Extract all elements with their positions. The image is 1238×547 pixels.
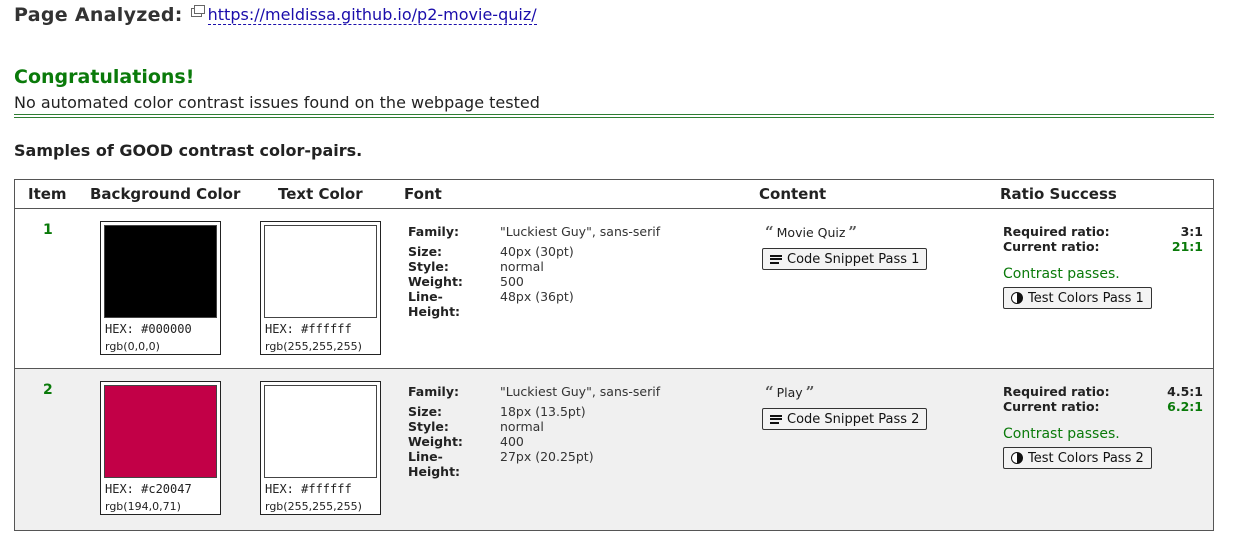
font-size-label: Size:	[408, 404, 443, 419]
content-sample: “ Play ”	[762, 383, 927, 401]
samples-heading: Samples of GOOD contrast color-pairs.	[14, 141, 363, 160]
font-family-label: Family:	[408, 384, 459, 399]
current-ratio-value: 6.2:1	[1167, 399, 1203, 414]
font-family-value: "Luckiest Guy", sans-serif	[500, 224, 661, 239]
line-height-label: Line-Height:	[408, 449, 461, 479]
header-item: Item	[28, 185, 67, 203]
text-swatch	[264, 385, 377, 478]
header-font: Font	[404, 185, 442, 203]
contrast-icon	[1011, 292, 1023, 304]
content-cell: “ Play ” Code Snippet Pass 2	[762, 383, 928, 430]
background-color-swatch-box: HEX: #c20047 rgb(194,0,71)	[100, 381, 221, 515]
code-snippet-button[interactable]: Code Snippet Pass 2	[762, 408, 928, 430]
font-size-value: 18px (13.5pt)	[500, 404, 586, 419]
line-height-label: Line-Height:	[408, 289, 461, 319]
open-quote-icon: “	[765, 383, 774, 401]
font-weight-label: Weight:	[408, 434, 463, 449]
text-color-swatch-box: HEX: #ffffff rgb(255,255,255)	[260, 381, 381, 515]
font-style-value: normal	[500, 259, 544, 274]
external-link-icon	[190, 4, 205, 17]
congratulations-heading: Congratulations!	[14, 66, 195, 88]
results-table: Item Background Color Text Color Font Co…	[14, 179, 1214, 531]
background-hex: HEX: #000000	[105, 322, 192, 336]
test-colors-button[interactable]: Test Colors Pass 2	[1003, 447, 1152, 469]
open-quote-icon: “	[765, 223, 774, 241]
content-cell: “ Movie Quiz ” Code Snippet Pass 1	[762, 223, 928, 270]
divider	[14, 117, 1214, 118]
item-number: 2	[43, 382, 53, 398]
contrast-status: Contrast passes.	[1003, 266, 1120, 282]
background-swatch	[104, 385, 217, 478]
test-colors-button-label: Test Colors Pass 2	[1028, 450, 1144, 466]
test-colors-button[interactable]: Test Colors Pass 1	[1003, 287, 1152, 309]
header-background-color: Background Color	[90, 185, 241, 203]
current-ratio-value: 21:1	[1171, 239, 1203, 254]
divider	[14, 114, 1214, 115]
background-swatch	[104, 225, 217, 318]
code-snippet-button[interactable]: Code Snippet Pass 1	[762, 248, 928, 270]
header-ratio-success: Ratio Success	[1000, 185, 1117, 203]
background-rgb: rgb(0,0,0)	[105, 340, 160, 353]
item-number: 1	[43, 222, 53, 238]
line-height-value: 27px (20.25pt)	[500, 449, 594, 464]
required-ratio-label: Required ratio:	[1003, 224, 1110, 239]
header-content: Content	[759, 185, 827, 203]
font-weight-value: 400	[500, 434, 524, 449]
text-rgb: rgb(255,255,255)	[265, 500, 362, 513]
current-ratio-label: Current ratio:	[1003, 399, 1100, 414]
code-snippet-button-label: Code Snippet Pass 2	[787, 411, 920, 427]
test-colors-button-label: Test Colors Pass 1	[1028, 290, 1144, 306]
close-quote-icon: ”	[805, 383, 815, 401]
contrast-status: Contrast passes.	[1003, 426, 1120, 442]
font-weight-value: 500	[500, 274, 524, 289]
text-color-swatch-box: HEX: #ffffff rgb(255,255,255)	[260, 221, 381, 355]
line-height-value: 48px (36pt)	[500, 289, 574, 304]
table-row: 1 HEX: #000000 rgb(0,0,0) HEX: #ffffff r…	[15, 208, 1213, 368]
page-analyzed-header: Page Analyzed: https://meldissa.github.i…	[14, 4, 537, 26]
font-weight-label: Weight:	[408, 274, 463, 289]
lines-icon	[770, 414, 782, 424]
ratio-cell: Required ratio: 4.5:1 Current ratio: 6.2…	[1003, 384, 1203, 469]
content-sample: “ Movie Quiz ”	[762, 223, 927, 241]
text-rgb: rgb(255,255,255)	[265, 340, 362, 353]
background-hex: HEX: #c20047	[105, 482, 192, 496]
required-ratio-value: 3:1	[1180, 224, 1203, 239]
code-snippet-button-label: Code Snippet Pass 1	[787, 251, 920, 267]
close-quote-icon: ”	[848, 223, 858, 241]
font-style-label: Style:	[408, 259, 449, 274]
lines-icon	[770, 254, 782, 264]
header-text-color: Text Color	[278, 185, 363, 203]
content-text: Play	[776, 384, 803, 400]
contrast-icon	[1011, 452, 1023, 464]
font-size-value: 40px (30pt)	[500, 244, 574, 259]
table-row: 2 HEX: #c20047 rgb(194,0,71) HEX: #fffff…	[15, 368, 1213, 530]
required-ratio-label: Required ratio:	[1003, 384, 1110, 399]
font-family-value: "Luckiest Guy", sans-serif	[500, 384, 661, 399]
required-ratio-value: 4.5:1	[1167, 384, 1203, 399]
content-text: Movie Quiz	[776, 224, 846, 240]
font-family-label: Family:	[408, 224, 459, 239]
page-analyzed-label: Page Analyzed:	[14, 4, 183, 26]
font-style-value: normal	[500, 419, 544, 434]
text-swatch	[264, 225, 377, 318]
analyzed-url-link[interactable]: https://meldissa.github.io/p2-movie-quiz…	[207, 5, 537, 25]
result-message: No automated color contrast issues found…	[14, 93, 540, 112]
font-size-label: Size:	[408, 244, 443, 259]
ratio-cell: Required ratio: 3:1 Current ratio: 21:1 …	[1003, 224, 1203, 309]
current-ratio-label: Current ratio:	[1003, 239, 1100, 254]
background-color-swatch-box: HEX: #000000 rgb(0,0,0)	[100, 221, 221, 355]
font-style-label: Style:	[408, 419, 449, 434]
text-hex: HEX: #ffffff	[265, 322, 352, 336]
background-rgb: rgb(194,0,71)	[105, 500, 181, 513]
text-hex: HEX: #ffffff	[265, 482, 352, 496]
